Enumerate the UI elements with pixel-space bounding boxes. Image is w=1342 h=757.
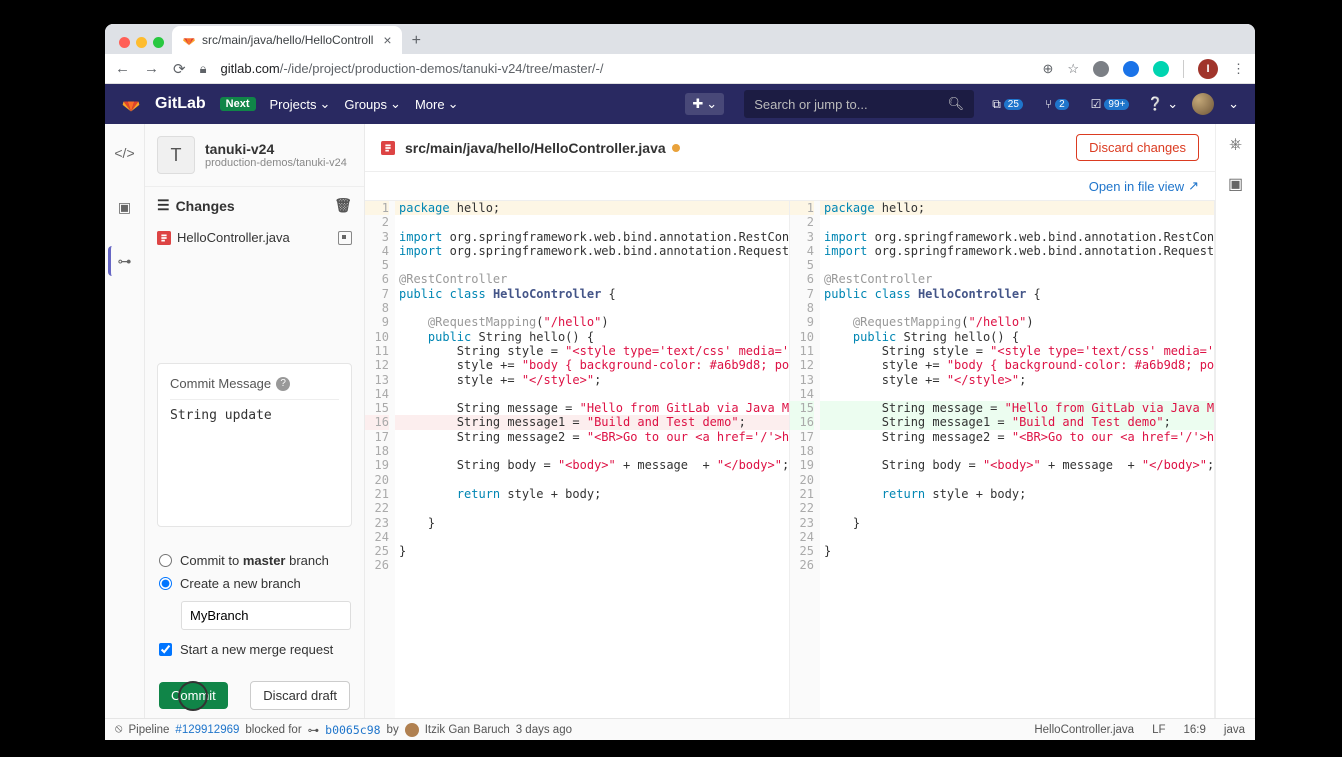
java-file-icon [381, 141, 395, 155]
maximize-window-icon[interactable] [153, 37, 164, 48]
todos-badge[interactable]: ☑99+ [1087, 95, 1134, 113]
chevron-down-icon: ⌄ [319, 96, 330, 112]
chevron-down-icon: ⌄ [706, 96, 717, 112]
stage-file-icon[interactable] [338, 231, 352, 245]
global-search[interactable]: 🔍︎ [744, 90, 974, 118]
radio-new-branch[interactable]: Create a new branch [159, 572, 350, 595]
extension-icon[interactable] [1123, 61, 1139, 77]
close-tab-icon[interactable]: × [383, 32, 391, 48]
pipelines-icon[interactable]: ⎈ [1229, 136, 1242, 154]
project-path: production-demos/tanuki-v24 [205, 157, 347, 169]
window-controls[interactable] [115, 37, 172, 54]
commit-icon: ⊶ [308, 723, 320, 737]
discard-all-icon[interactable]: 🗑︎ [334, 197, 352, 214]
help-icon[interactable]: ❔ ⌄ [1147, 96, 1178, 112]
diff-right-pane[interactable]: 1234567891011121314151617181920212223242… [790, 201, 1215, 718]
gitlab-brand[interactable]: GitLab [155, 95, 206, 113]
commit-button[interactable]: Commit [159, 682, 228, 709]
nav-more[interactable]: More ⌄ [415, 96, 459, 112]
chevron-down-icon: ⌄ [448, 96, 459, 112]
start-mr-checkbox[interactable]: Start a new merge request [159, 636, 350, 663]
hamburger-icon[interactable]: ☰ [157, 197, 170, 214]
diff-left-pane[interactable]: 1234567891011121314151617181920212223242… [365, 201, 790, 718]
edit-mode-icon[interactable]: </> [110, 138, 140, 168]
diff-view: 1234567891011121314151617181920212223242… [365, 201, 1215, 718]
author-avatar-icon [405, 723, 419, 737]
profile-avatar-icon[interactable]: I [1198, 59, 1218, 79]
url-text[interactable]: gitlab.com/-/ide/project/production-demo… [221, 61, 1029, 76]
next-badge: Next [220, 97, 256, 111]
browser-menu-icon[interactable]: ⋮ [1232, 61, 1245, 77]
branch-name-input[interactable] [181, 601, 351, 630]
radio-commit-master[interactable]: Commit to master branch [159, 549, 350, 572]
lock-icon: 🔒︎ [200, 61, 207, 77]
ide-activity-bar: </> ▣ ⊶ [105, 124, 145, 718]
project-header[interactable]: T tanuki-v24 production-demos/tanuki-v24 [145, 124, 364, 187]
status-file-name: HelloController.java [1034, 724, 1134, 736]
commit-time: 3 days ago [516, 724, 572, 736]
nav-projects[interactable]: Projects ⌄ [270, 96, 331, 112]
project-name: tanuki-v24 [205, 141, 347, 157]
browser-window: src/main/java/hello/HelloControll × + ← … [105, 24, 1255, 740]
close-window-icon[interactable] [119, 37, 130, 48]
left-panel: T tanuki-v24 production-demos/tanuki-v24… [145, 124, 365, 718]
editor-area: src/main/java/hello/HelloController.java… [365, 124, 1215, 718]
chevron-down-icon: ⌄ [390, 96, 401, 112]
commit-message-input[interactable] [170, 399, 339, 509]
new-tab-button[interactable]: + [402, 32, 431, 54]
file-name: HelloController.java [177, 230, 290, 245]
author-name[interactable]: Itzik Gan Baruch [425, 724, 510, 736]
status-language: java [1224, 724, 1245, 736]
commit-message-label: Commit Message ? [170, 376, 339, 391]
java-file-icon [157, 231, 171, 245]
pipeline-link[interactable]: #129912969 [175, 724, 239, 736]
commit-link[interactable]: b0065c98 [325, 723, 380, 737]
discard-changes-button[interactable]: Discard changes [1076, 134, 1199, 161]
discard-draft-button[interactable]: Discard draft [250, 681, 350, 710]
extension-icon[interactable] [1153, 61, 1169, 77]
browser-tab[interactable]: src/main/java/hello/HelloControll × [172, 26, 402, 54]
status-cursor-pos: 16:9 [1184, 724, 1206, 736]
search-input[interactable] [754, 97, 947, 112]
nav-groups[interactable]: Groups ⌄ [344, 96, 401, 112]
reload-icon[interactable]: ⟳ [173, 60, 186, 78]
gitlab-logo-icon[interactable] [121, 94, 141, 114]
zoom-icon[interactable]: ⊕ [1042, 61, 1053, 77]
issues-badge[interactable]: ⧉25 [988, 95, 1027, 114]
tab-title: src/main/java/hello/HelloControll [202, 33, 373, 47]
back-icon[interactable]: ← [115, 60, 130, 77]
pipeline-status-icon[interactable]: ⦸ [115, 723, 123, 736]
extension-icon[interactable] [1093, 61, 1109, 77]
external-link-icon: ↗ [1188, 178, 1199, 194]
search-icon[interactable]: 🔍︎ [948, 96, 965, 112]
changes-heading: ☰ Changes 🗑︎ [145, 187, 364, 224]
changed-file-row[interactable]: HelloController.java [145, 224, 364, 251]
new-dropdown[interactable]: ✚ ⌄ [685, 93, 724, 115]
commit-mode-icon[interactable]: ⊶ [108, 246, 138, 276]
status-bar: ⦸ Pipeline #129912969 blocked for ⊶ b006… [105, 718, 1255, 740]
help-icon[interactable]: ? [276, 377, 290, 391]
gitlab-favicon-icon [182, 33, 196, 47]
commit-box: Commit Message ? [157, 363, 352, 527]
minimize-window-icon[interactable] [136, 37, 147, 48]
merge-requests-badge[interactable]: ⑂2 [1041, 95, 1073, 113]
browser-tab-bar: src/main/java/hello/HelloControll × + [105, 24, 1255, 54]
forward-icon[interactable]: → [144, 60, 159, 77]
review-mode-icon[interactable]: ▣ [110, 192, 140, 222]
status-eol: LF [1152, 724, 1165, 736]
right-sidebar: ⎈ ▣ [1215, 124, 1255, 718]
terminal-icon[interactable]: ▣ [1228, 174, 1243, 194]
star-icon[interactable]: ☆ [1067, 61, 1079, 77]
chevron-down-icon[interactable]: ⌄ [1228, 96, 1239, 112]
gitlab-navbar: GitLab Next Projects ⌄ Groups ⌄ More ⌄ ✚… [105, 84, 1255, 124]
modified-indicator-icon [672, 144, 680, 152]
project-avatar: T [157, 136, 195, 174]
url-bar: ← → ⟳ 🔒︎ gitlab.com/-/ide/project/produc… [105, 54, 1255, 84]
file-path: src/main/java/hello/HelloController.java [405, 140, 680, 156]
user-avatar-icon[interactable] [1192, 93, 1214, 115]
open-in-file-view-link[interactable]: Open in file view ↗ [1089, 178, 1199, 194]
file-header: src/main/java/hello/HelloController.java… [365, 124, 1215, 172]
